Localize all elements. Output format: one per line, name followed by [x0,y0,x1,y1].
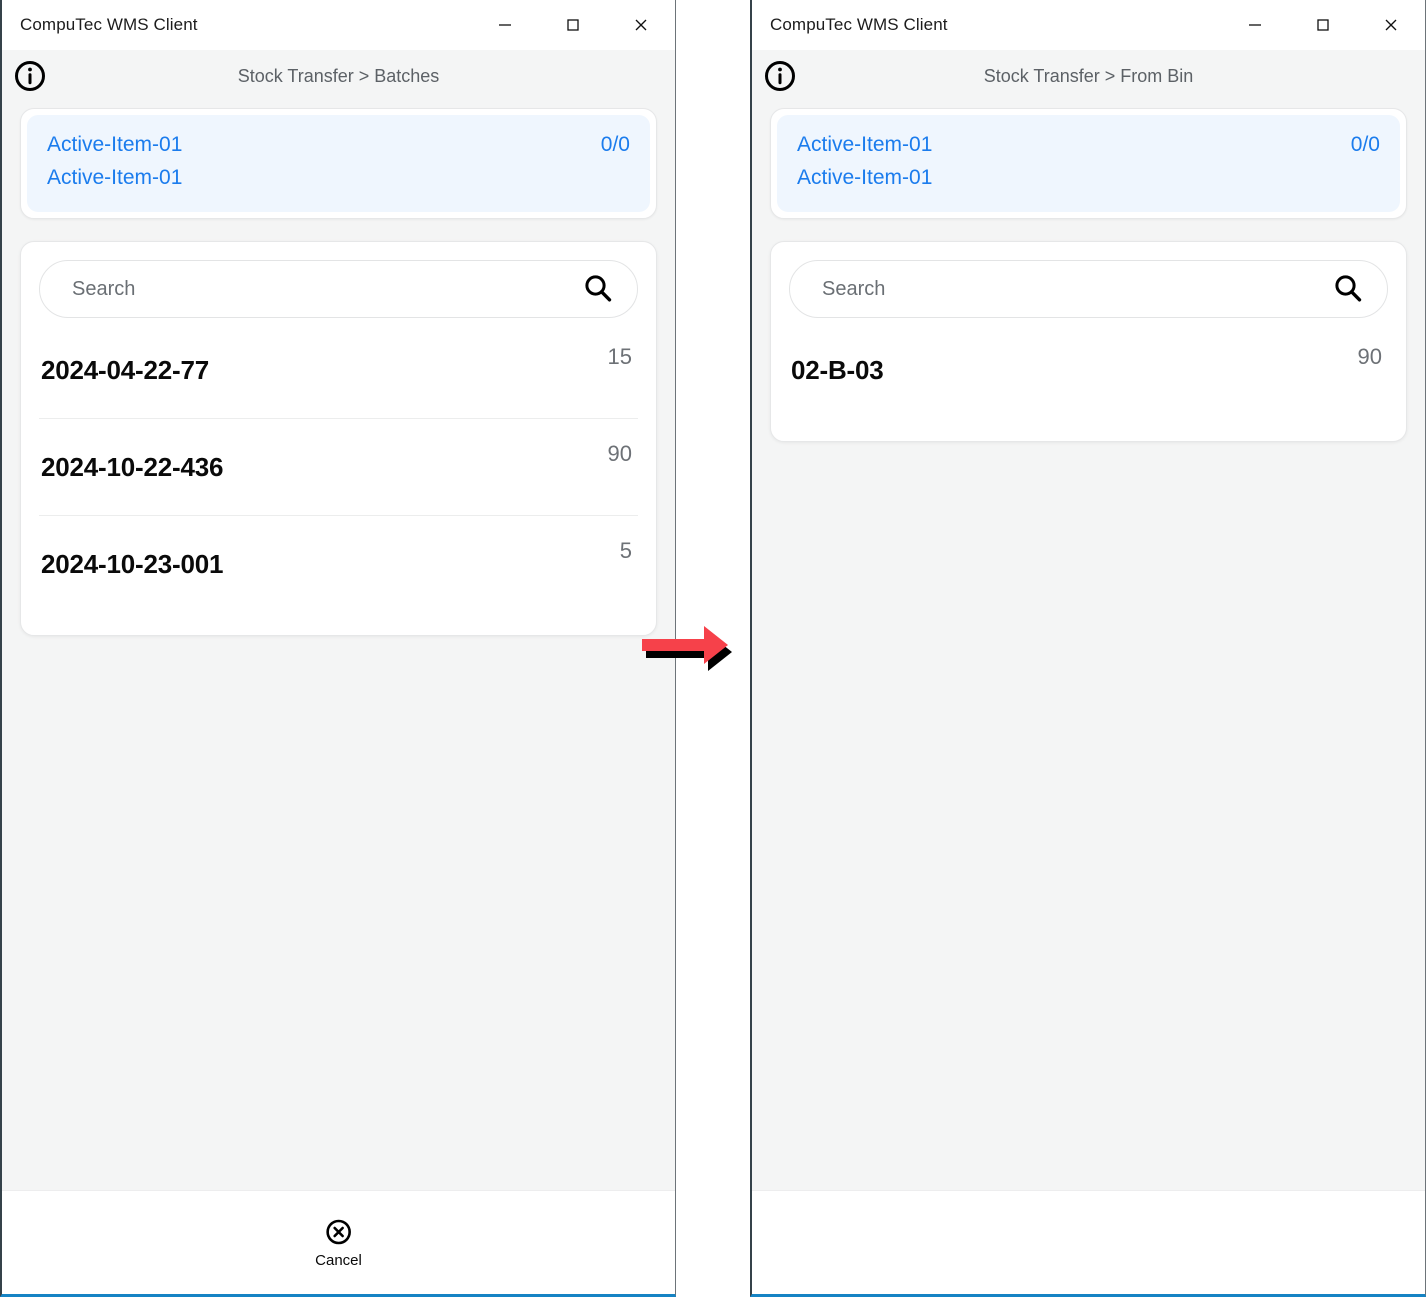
wms-window-batches: CompuTec WMS Client Stock Transfer > Bat… [0,0,676,1297]
item-description: Active-Item-01 [797,165,933,189]
search-box[interactable] [789,260,1388,319]
window-title: CompuTec WMS Client [20,15,198,34]
wms-window-from-bin: CompuTec WMS Client Stock Transfer > Fro… [750,0,1426,1297]
bin-rows: 02-B-03 90 [789,322,1388,419]
window-controls [1221,0,1425,50]
close-icon[interactable] [607,0,675,50]
minimize-icon[interactable] [471,0,539,50]
search-icon[interactable] [1331,272,1365,306]
batch-quantity: 90 [607,441,632,467]
table-row[interactable]: 2024-10-22-436 90 [39,419,638,517]
table-row[interactable]: 2024-04-22-77 15 [39,322,638,420]
breadcrumb-bar: Stock Transfer > Batches [2,50,675,102]
titlebar: CompuTec WMS Client [2,0,675,50]
item-summary-top-row: Active-Item-01 0/0 [47,129,630,162]
bin-code: 02-B-03 [791,355,884,386]
window-controls [471,0,675,50]
search-box[interactable] [39,260,638,319]
item-quantity: 0/0 [1350,133,1380,156]
cancel-button[interactable]: Cancel [315,1217,362,1269]
search-icon[interactable] [581,272,615,306]
batch-number: 2024-04-22-77 [41,354,209,385]
maximize-icon[interactable] [539,0,607,50]
breadcrumb: Stock Transfer > From Bin [983,65,1194,86]
item-summary-panel: Active-Item-01 0/0 Active-Item-01 [27,115,650,213]
screenshot-stage: CompuTec WMS Client Stock Transfer > Bat… [0,0,1426,1297]
item-description: Active-Item-01 [47,165,183,189]
batch-list-card: 2024-04-22-77 15 2024-10-22-436 90 2024-… [20,241,657,637]
maximize-icon[interactable] [1289,0,1357,50]
window-title: CompuTec WMS Client [770,15,948,34]
item-code: Active-Item-01 [797,133,933,156]
breadcrumb-bar: Stock Transfer > From Bin [752,50,1425,102]
batch-number: 2024-10-22-436 [41,451,224,482]
content-area: Active-Item-01 0/0 Active-Item-01 Search… [2,102,675,1190]
footer-bar: Cancel [2,1190,675,1294]
footer-bar: Cancel Back [752,1190,1425,1294]
table-row[interactable]: 02-B-03 90 [789,322,1388,419]
cancel-button-label: Cancel [315,1252,362,1269]
info-icon[interactable] [13,59,47,93]
item-summary-card[interactable]: Active-Item-01 0/0 Active-Item-01 [20,108,657,220]
item-summary-top-row: Active-Item-01 0/0 [797,129,1380,162]
breadcrumb: Stock Transfer > Batches [237,65,440,86]
item-summary-panel: Active-Item-01 0/0 Active-Item-01 [777,115,1400,213]
bin-quantity: 90 [1357,344,1382,370]
batch-quantity: 15 [607,344,632,370]
info-icon[interactable] [763,59,797,93]
search-input[interactable] [72,277,581,301]
batch-quantity: 5 [619,538,632,564]
titlebar: CompuTec WMS Client [752,0,1425,50]
table-row[interactable]: 2024-10-23-001 5 [39,516,638,613]
batch-rows: 2024-04-22-77 15 2024-10-22-436 90 2024-… [39,322,638,613]
batch-number: 2024-10-23-001 [41,549,224,580]
bin-list-card: 02-B-03 90 [770,241,1407,443]
item-summary-card[interactable]: Active-Item-01 0/0 Active-Item-01 [770,108,1407,220]
close-icon[interactable] [1357,0,1425,50]
item-quantity: 0/0 [600,133,630,156]
content-area: Active-Item-01 0/0 Active-Item-01 Search… [752,102,1425,1190]
minimize-icon[interactable] [1221,0,1289,50]
cancel-circle-icon [325,1217,351,1247]
item-code: Active-Item-01 [47,133,183,156]
search-input[interactable] [822,277,1331,301]
